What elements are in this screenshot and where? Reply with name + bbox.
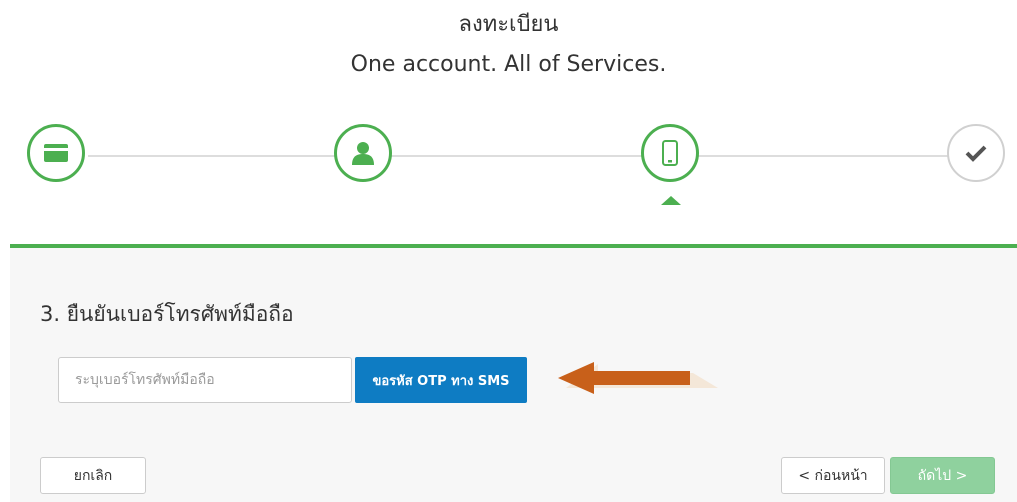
credit-card-icon bbox=[44, 144, 68, 162]
step-1-card bbox=[27, 124, 85, 182]
user-icon bbox=[352, 142, 374, 165]
active-step-pointer bbox=[661, 196, 681, 205]
pointer-arrow-icon bbox=[558, 362, 718, 394]
request-otp-button[interactable]: ขอรหัส OTP ทาง SMS bbox=[355, 357, 527, 403]
page-subtitle: One account. All of Services. bbox=[350, 52, 667, 77]
step-3-phone bbox=[641, 124, 699, 182]
cancel-button[interactable]: ยกเลิก bbox=[40, 457, 146, 494]
checkmark-icon bbox=[965, 145, 987, 162]
previous-button[interactable]: < ก่อนหน้า bbox=[781, 457, 885, 494]
stepper-track bbox=[88, 155, 950, 157]
page-title: ลงทะเบียน bbox=[458, 12, 559, 37]
section-heading: 3. ยืนยันเบอร์โทรศัพท์มือถือ bbox=[40, 302, 294, 326]
step-4-complete bbox=[947, 124, 1005, 182]
step-2-user bbox=[334, 124, 392, 182]
next-button[interactable]: ถัดไป > bbox=[890, 457, 995, 494]
phone-number-input[interactable] bbox=[58, 357, 352, 403]
mobile-phone-icon bbox=[662, 140, 678, 166]
